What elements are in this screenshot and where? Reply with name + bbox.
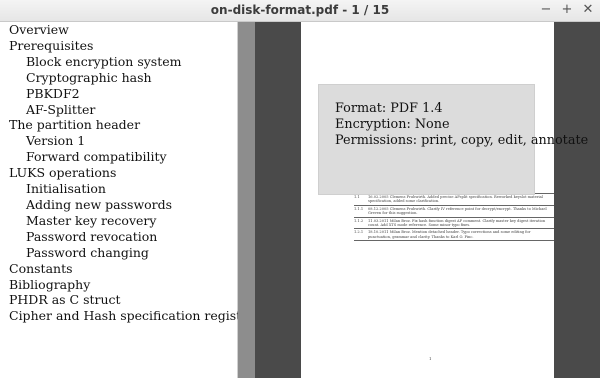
outline-item[interactable]: LUKS operations <box>0 165 254 181</box>
page-number: 1 <box>429 356 432 361</box>
close-icon[interactable]: ✕ <box>580 2 596 18</box>
maximize-icon[interactable]: + <box>559 2 575 18</box>
minimize-icon[interactable]: − <box>538 2 554 18</box>
outline-item[interactable]: PBKDF2 <box>0 86 254 102</box>
document-properties-popup: Format: PDF 1.4 Encryption: None Permiss… <box>318 84 588 195</box>
outline-list: Overview Prerequisites Block encryption sy… <box>0 22 254 324</box>
outline-item[interactable]: Constants <box>0 261 254 277</box>
revision-text: 08.12.2005 Clemens Fruhwirth. Clarify IV… <box>368 206 547 216</box>
revision-row: 1.1.1 08.12.2005 Clemens Fruhwirth. Clari… <box>354 204 554 217</box>
outline-item[interactable]: Adding new passwords <box>0 197 254 213</box>
document-view: is reported by client referenced, and al… <box>255 22 600 378</box>
title-bar: on-disk-format.pdf - 1 / 15 − + ✕ <box>0 0 600 22</box>
sidebar-splitter[interactable] <box>238 22 255 378</box>
outline-item[interactable]: Bibliography <box>0 277 254 293</box>
outline-item[interactable]: Forward compatibility <box>0 149 254 165</box>
pdf-page: is reported by client referenced, and al… <box>301 22 554 378</box>
revision-text: 11.03.2011 Milan Broz. Fix hash function… <box>368 218 546 228</box>
outline-item[interactable]: Password revocation <box>0 229 254 245</box>
outline-item[interactable]: AF-Splitter <box>0 102 254 118</box>
revision-version: 1.1.2 <box>354 218 364 223</box>
revision-text: 16.02.2005 Clemens Fruhwirth. Added prec… <box>368 195 543 204</box>
outline-item[interactable]: Block encryption system <box>0 54 254 70</box>
outline-item[interactable]: Master key recovery <box>0 213 254 229</box>
outline-item[interactable]: Initialisation <box>0 181 254 197</box>
format-label: Format: PDF 1.4 <box>335 101 443 116</box>
revision-table: 1.1 16.02.2005 Clemens Fruhwirth. Added p… <box>354 193 554 242</box>
outline-item[interactable]: Overview <box>0 22 254 38</box>
window-title: on-disk-format.pdf - 1 / 15 <box>210 3 390 17</box>
permissions-label: Permissions: print, copy, edit, annotate <box>335 133 589 148</box>
outline-item[interactable]: PHDR as C struct <box>0 292 254 308</box>
revision-version: 1.1 <box>354 195 360 199</box>
outline-item[interactable]: Cipher and Hash specification registry <box>0 308 254 324</box>
revision-version: 1.2.1 <box>354 230 364 235</box>
revision-version: 1.1.1 <box>354 206 364 211</box>
outline-item[interactable]: Prerequisites <box>0 38 254 54</box>
encryption-label: Encryption: None <box>335 117 450 132</box>
outline-sidebar: Overview Prerequisites Block encryption sy… <box>0 22 254 378</box>
outline-item[interactable]: Version 1 <box>0 133 254 149</box>
outline-item[interactable]: The partition header <box>0 117 254 133</box>
revision-row: 1.2.1 18.10.2011 Milan Broz. Mention deta… <box>354 228 554 242</box>
revision-text: 18.10.2011 Milan Broz. Mention detached … <box>368 230 531 239</box>
revision-row: 1.1.2 11.03.2011 Milan Broz. Fix hash fun… <box>354 216 554 229</box>
outline-item[interactable]: Cryptographic hash <box>0 70 254 86</box>
outline-item[interactable]: Password changing <box>0 245 254 261</box>
